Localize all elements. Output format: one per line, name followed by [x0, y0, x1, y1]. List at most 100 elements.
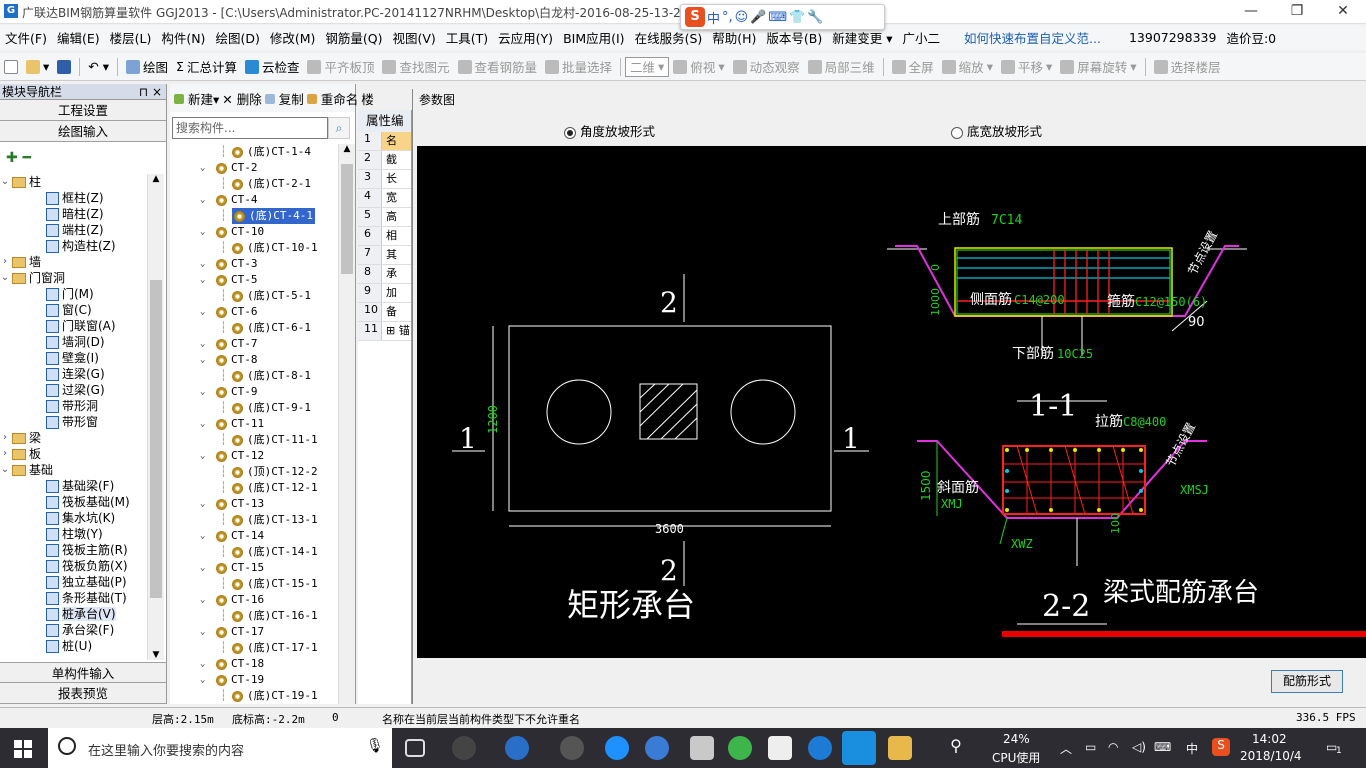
nav-tree-item[interactable]: 条形基础(T)	[0, 590, 148, 606]
active-app-icon[interactable]	[842, 731, 876, 765]
nav-tree-item[interactable]: 过梁(G)	[0, 382, 148, 398]
ime-voice-icon[interactable]: 🎤	[750, 10, 766, 25]
clock-time[interactable]: 14:02	[1252, 732, 1287, 746]
green-app-icon[interactable]	[728, 736, 752, 760]
fullscreen-button[interactable]: 全屏	[888, 57, 938, 76]
nav-tree-item[interactable]: 门联窗(A)	[0, 318, 148, 334]
nav-tree-item[interactable]: › 墙	[0, 254, 148, 270]
local-3d-button[interactable]: 局部三维	[804, 57, 879, 76]
ime-punct-icon[interactable]: °,	[722, 10, 733, 25]
nav-tree-item[interactable]: 暗柱(Z)	[0, 206, 148, 222]
wifi-icon[interactable]: ◠	[1108, 740, 1118, 754]
menu-edit[interactable]: 编辑(E)	[52, 28, 105, 47]
menu-draw[interactable]: 绘图(D)	[210, 28, 264, 47]
expand-toggle-icon[interactable]: ⌄	[200, 528, 205, 544]
pan-button[interactable]: 平移 ▾	[997, 57, 1056, 76]
component-list-item[interactable]: ⌄ CT-3	[170, 256, 338, 272]
expand-toggle-icon[interactable]: ⌄	[200, 656, 205, 672]
report-preview-button[interactable]: 报表预览	[0, 683, 166, 704]
new-component-button[interactable]: 新建▾	[174, 89, 219, 108]
nav-tree-item[interactable]: 筏板主筋(R)	[0, 542, 148, 558]
nav-tree-item[interactable]: 筏板基础(M)	[0, 494, 148, 510]
nav-tree-item[interactable]: 窗(C)	[0, 302, 148, 318]
scroll-up-icon[interactable]: ▲	[148, 174, 164, 184]
property-row[interactable]: 9加	[358, 284, 411, 303]
select-floor-button[interactable]: 选择楼层	[1150, 57, 1225, 76]
edge-icon[interactable]	[605, 736, 629, 760]
nav-tree-item[interactable]: 墙洞(D)	[0, 334, 148, 350]
property-row[interactable]: 1名	[358, 132, 411, 151]
component-list-item[interactable]: ┆ (底)CT-11-1	[170, 432, 338, 448]
fan-app-icon[interactable]	[452, 736, 476, 760]
nav-tree-item[interactable]: › 板	[0, 446, 148, 462]
component-list-item[interactable]: ⌄ CT-9	[170, 384, 338, 400]
component-search-input[interactable]: 搜索构件...	[172, 117, 328, 139]
component-list-item[interactable]: ⌄ CT-8	[170, 352, 338, 368]
rotate-button[interactable]: 屏幕旋转 ▾	[1056, 57, 1140, 76]
taskbar-search-box[interactable]: 在这里输入你要搜索的内容 🎙	[48, 728, 392, 768]
expand-toggle-icon[interactable]: ⌄	[0, 270, 10, 286]
component-list-item[interactable]: ⌄ CT-11	[170, 416, 338, 432]
component-list-item[interactable]: ⌄ CT-5	[170, 272, 338, 288]
minimize-button[interactable]: —	[1228, 0, 1274, 24]
menu-view[interactable]: 视图(V)	[387, 28, 440, 47]
nav-scrollbar[interactable]: ▲ ▼	[147, 174, 164, 660]
menu-modify[interactable]: 修改(M)	[265, 28, 321, 47]
scroll-thumb[interactable]	[341, 164, 353, 274]
network-icon[interactable]: ▭	[1085, 740, 1096, 754]
assistant-button[interactable]: 广小二	[898, 28, 946, 47]
nav-tree-item[interactable]: ⌄ 基础	[0, 462, 148, 478]
component-list-item[interactable]: ⌄ CT-19	[170, 672, 338, 688]
nav-tree-item[interactable]: 壁龛(I)	[0, 350, 148, 366]
rebar-config-button[interactable]: 配筋形式	[1271, 670, 1343, 693]
nav-tree-item[interactable]: 端柱(Z)	[0, 222, 148, 238]
copy-component-button[interactable]: 复制	[264, 89, 304, 108]
expand-collapse-icon[interactable]: ✚ ━	[6, 150, 31, 166]
sum-calc-button[interactable]: Σ 汇总计算	[172, 57, 241, 76]
property-row[interactable]: 4宽	[358, 189, 411, 208]
search-icon[interactable]: ⌕	[328, 117, 350, 139]
radio-angle-slope[interactable]: 角度放坡形式	[564, 121, 655, 140]
component-list-item[interactable]: ⌄ CT-15	[170, 560, 338, 576]
property-row[interactable]: 6相	[358, 227, 411, 246]
nav-tree-item[interactable]: 带形洞	[0, 398, 148, 414]
expand-toggle-icon[interactable]: ⌄	[200, 304, 205, 320]
nav-tree-item[interactable]: 承台梁(F)	[0, 622, 148, 638]
component-list-item[interactable]: ┆ (底)CT-1-4	[170, 144, 338, 160]
menu-rebar[interactable]: 钢筋量(Q)	[320, 28, 387, 47]
component-list-item[interactable]: ┆ (底)CT-17-1	[170, 640, 338, 656]
nav-tree-item[interactable]: 基础梁(F)	[0, 478, 148, 494]
component-list-item[interactable]: ┆ (底)CT-6-1	[170, 320, 338, 336]
expand-toggle-icon[interactable]: ⌄	[0, 462, 10, 478]
component-list-item[interactable]: ┆ (底)CT-9-1	[170, 400, 338, 416]
component-list-item[interactable]: ┆ (底)CT-13-1	[170, 512, 338, 528]
component-list-item[interactable]: ⌄ CT-12	[170, 448, 338, 464]
rename-component-button[interactable]: 重命名	[306, 89, 358, 108]
property-row[interactable]: 7其	[358, 246, 411, 265]
save-icon[interactable]	[53, 59, 75, 74]
nav-tree-item[interactable]: 筏板负筋(X)	[0, 558, 148, 574]
expand-toggle-icon[interactable]: ⌄	[200, 192, 205, 208]
component-list-item[interactable]: ⌄ CT-4	[170, 192, 338, 208]
nav-tree-item[interactable]: 桩承台(V)	[0, 606, 148, 622]
view-mode-select[interactable]: 二维 ▾	[625, 56, 670, 77]
expand-toggle-icon[interactable]: ⌄	[200, 272, 205, 288]
component-list-item[interactable]: ┆ (底)CT-5-1	[170, 288, 338, 304]
delete-component-button[interactable]: ✕ 删除	[222, 89, 261, 108]
dynamic-view-button[interactable]: 动态观察	[729, 57, 804, 76]
ie-alt-icon[interactable]	[645, 736, 669, 760]
draw-button[interactable]: 绘图	[122, 57, 172, 76]
nav-tree-item[interactable]: › 梁	[0, 430, 148, 446]
windows-start-icon[interactable]	[14, 740, 32, 758]
glodon-g-icon[interactable]	[808, 736, 832, 760]
view-rebar-button[interactable]: 查看钢筋量	[454, 57, 542, 76]
component-list-item[interactable]: ┆ (底)CT-16-1	[170, 608, 338, 624]
task-view-icon[interactable]	[405, 739, 425, 757]
component-list-item[interactable]: ┆ (顶)CT-12-2	[170, 464, 338, 480]
expand-toggle-icon[interactable]: ⌄	[200, 560, 205, 576]
expand-toggle-icon[interactable]: ›	[0, 446, 10, 462]
undo-icon[interactable]: ↶ ▾	[84, 59, 113, 74]
ime-emoji-icon[interactable]: ☺	[735, 10, 749, 25]
volume-icon[interactable]: ◁)	[1132, 740, 1146, 754]
property-row[interactable]: 10 备	[358, 303, 411, 322]
